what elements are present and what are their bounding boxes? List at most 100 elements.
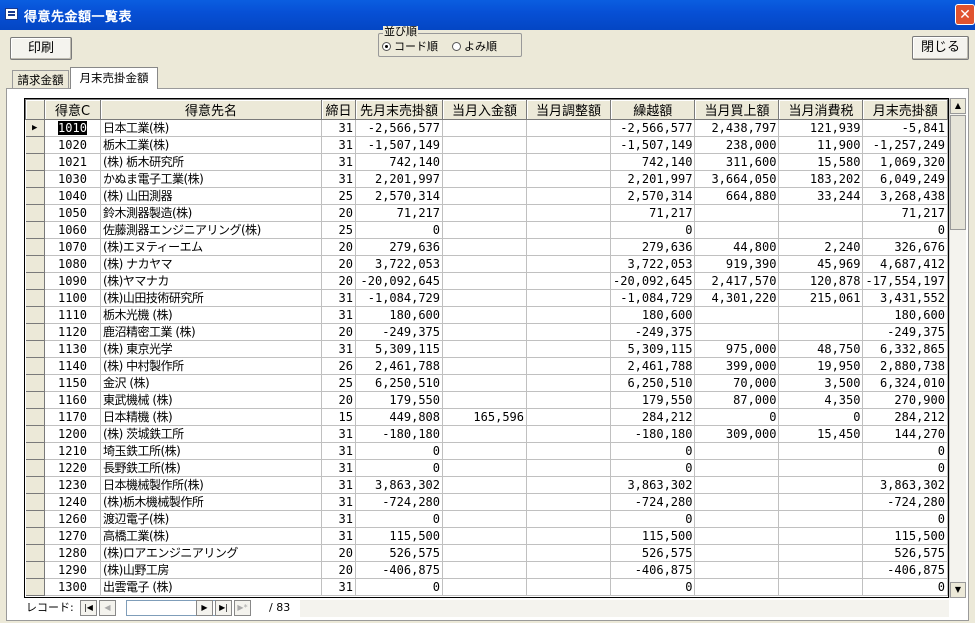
column-header-purchases[interactable]: 当月買上額 bbox=[694, 99, 780, 120]
record-selector[interactable] bbox=[25, 578, 45, 596]
cell-name[interactable]: (株) ナカヤマ bbox=[100, 255, 322, 273]
cell-month-end-balance[interactable]: 0 bbox=[862, 578, 948, 596]
cell-closing-day[interactable]: 20 bbox=[321, 391, 356, 409]
cell-purchases[interactable] bbox=[694, 221, 780, 239]
cell-prev-balance[interactable]: 2,570,314 bbox=[355, 187, 443, 205]
cell-code[interactable]: 1120 bbox=[44, 323, 101, 341]
table-row[interactable]: ▶ 1010 日本工業(株) 31 -2,566,577 -2,566,577 2,438,… bbox=[25, 119, 948, 137]
cell-prev-balance[interactable]: 3,722,053 bbox=[355, 255, 443, 273]
cell-carryover[interactable]: -1,084,729 bbox=[610, 289, 696, 307]
cell-name[interactable]: 埼玉鉄工所(株) bbox=[100, 442, 322, 460]
cell-payment[interactable] bbox=[442, 255, 527, 273]
cell-name[interactable]: 金沢 (株) bbox=[100, 374, 322, 392]
cell-closing-day[interactable]: 31 bbox=[321, 476, 356, 494]
record-selector[interactable] bbox=[25, 204, 45, 222]
record-selector[interactable] bbox=[25, 306, 45, 324]
cell-closing-day[interactable]: 25 bbox=[321, 187, 356, 205]
cell-name[interactable]: 長野鉄工所(株) bbox=[100, 459, 322, 477]
cell-name[interactable]: 日本機械製作所(株) bbox=[100, 476, 322, 494]
table-row[interactable]: 1300 出雲電子 (株) 31 0 0 0 bbox=[25, 578, 948, 596]
cell-month-end-balance[interactable]: 180,600 bbox=[862, 306, 948, 324]
cell-code[interactable]: 1021 bbox=[44, 153, 101, 171]
cell-tax[interactable] bbox=[778, 476, 864, 494]
cell-closing-day[interactable]: 20 bbox=[321, 323, 356, 341]
vertical-scrollbar[interactable]: ▲ ▼ bbox=[949, 98, 966, 598]
cell-prev-balance[interactable]: 526,575 bbox=[355, 544, 443, 562]
cell-payment[interactable] bbox=[442, 527, 527, 545]
cell-name[interactable]: 出雲電子 (株) bbox=[100, 578, 322, 596]
cell-carryover[interactable]: 0 bbox=[610, 442, 696, 460]
cell-prev-balance[interactable]: -1,507,149 bbox=[355, 136, 443, 154]
cell-name[interactable]: 鹿沼精密工業 (株) bbox=[100, 323, 322, 341]
cell-closing-day[interactable]: 31 bbox=[321, 136, 356, 154]
scroll-thumb[interactable] bbox=[950, 115, 966, 230]
cell-prev-balance[interactable]: -406,875 bbox=[355, 561, 443, 579]
cell-name[interactable]: かぬま電子工業(株) bbox=[100, 170, 322, 188]
cell-payment[interactable] bbox=[442, 221, 527, 239]
cell-code[interactable]: 1240 bbox=[44, 493, 101, 511]
cell-month-end-balance[interactable]: 6,049,249 bbox=[862, 170, 948, 188]
table-row[interactable]: 1110 栃木光機 (株) 31 180,600 180,600 180,600 bbox=[25, 306, 948, 324]
record-selector[interactable] bbox=[25, 476, 45, 494]
cell-name[interactable]: 栃木光機 (株) bbox=[100, 306, 322, 324]
cell-carryover[interactable]: 0 bbox=[610, 221, 696, 239]
cell-carryover[interactable]: -724,280 bbox=[610, 493, 696, 511]
cell-carryover[interactable]: -180,180 bbox=[610, 425, 696, 443]
cell-month-end-balance[interactable]: 2,880,738 bbox=[862, 357, 948, 375]
cell-code[interactable]: 1140 bbox=[44, 357, 101, 375]
cell-carryover[interactable]: 0 bbox=[610, 459, 696, 477]
cell-tax[interactable] bbox=[778, 221, 864, 239]
cell-code[interactable]: 1060 bbox=[44, 221, 101, 239]
cell-name[interactable]: 日本精機 (株) bbox=[100, 408, 322, 426]
column-header-code[interactable]: 得意C bbox=[44, 99, 101, 120]
cell-tax[interactable]: 15,580 bbox=[778, 153, 864, 171]
cell-payment[interactable] bbox=[442, 544, 527, 562]
cell-month-end-balance[interactable]: 3,268,438 bbox=[862, 187, 948, 205]
cell-month-end-balance[interactable]: 3,431,552 bbox=[862, 289, 948, 307]
cell-prev-balance[interactable]: 115,500 bbox=[355, 527, 443, 545]
cell-month-end-balance[interactable]: -406,875 bbox=[862, 561, 948, 579]
record-selector[interactable] bbox=[25, 374, 45, 392]
cell-adjustment[interactable] bbox=[526, 221, 611, 239]
cell-purchases[interactable]: 309,000 bbox=[694, 425, 780, 443]
cell-closing-day[interactable]: 20 bbox=[321, 255, 356, 273]
cell-prev-balance[interactable]: 0 bbox=[355, 578, 443, 596]
cell-payment[interactable] bbox=[442, 510, 527, 528]
cell-prev-balance[interactable]: 2,201,997 bbox=[355, 170, 443, 188]
table-row[interactable]: 1220 長野鉄工所(株) 31 0 0 0 bbox=[25, 459, 948, 477]
column-header-prev-balance[interactable]: 先月末売掛額 bbox=[355, 99, 443, 120]
cell-closing-day[interactable]: 31 bbox=[321, 510, 356, 528]
cell-adjustment[interactable] bbox=[526, 391, 611, 409]
table-row[interactable]: 1021 (株) 栃木研究所 31 742,140 742,140 311,600 15,5… bbox=[25, 153, 948, 171]
cell-tax[interactable] bbox=[778, 510, 864, 528]
cell-purchases[interactable]: 399,000 bbox=[694, 357, 780, 375]
record-selector[interactable] bbox=[25, 459, 45, 477]
cell-closing-day[interactable]: 31 bbox=[321, 340, 356, 358]
cell-month-end-balance[interactable]: 0 bbox=[862, 442, 948, 460]
new-record-icon[interactable]: ▶* bbox=[234, 600, 251, 616]
cell-purchases[interactable]: 44,800 bbox=[694, 238, 780, 256]
cell-carryover[interactable]: 6,250,510 bbox=[610, 374, 696, 392]
cell-adjustment[interactable] bbox=[526, 170, 611, 188]
cell-prev-balance[interactable]: 449,808 bbox=[355, 408, 443, 426]
cell-tax[interactable] bbox=[778, 459, 864, 477]
cell-name[interactable]: 渡辺電子(株) bbox=[100, 510, 322, 528]
cell-prev-balance[interactable]: 0 bbox=[355, 442, 443, 460]
cell-purchases[interactable]: 919,390 bbox=[694, 255, 780, 273]
close-form-button[interactable]: 閉じる bbox=[912, 36, 969, 60]
cell-code[interactable]: 1170 bbox=[44, 408, 101, 426]
cell-adjustment[interactable] bbox=[526, 255, 611, 273]
cell-purchases[interactable]: 2,438,797 bbox=[694, 119, 780, 137]
cell-tax[interactable]: 120,878 bbox=[778, 272, 864, 290]
cell-payment[interactable] bbox=[442, 306, 527, 324]
cell-adjustment[interactable] bbox=[526, 544, 611, 562]
cell-adjustment[interactable] bbox=[526, 425, 611, 443]
cell-adjustment[interactable] bbox=[526, 510, 611, 528]
table-row[interactable]: 1030 かぬま電子工業(株) 31 2,201,997 2,201,997 3,664,… bbox=[25, 170, 948, 188]
cell-code[interactable]: 1020 bbox=[44, 136, 101, 154]
cell-adjustment[interactable] bbox=[526, 272, 611, 290]
cell-tax[interactable] bbox=[778, 323, 864, 341]
record-selector[interactable] bbox=[25, 340, 45, 358]
cell-tax[interactable] bbox=[778, 306, 864, 324]
column-header-tax[interactable]: 当月消費税 bbox=[778, 99, 864, 120]
